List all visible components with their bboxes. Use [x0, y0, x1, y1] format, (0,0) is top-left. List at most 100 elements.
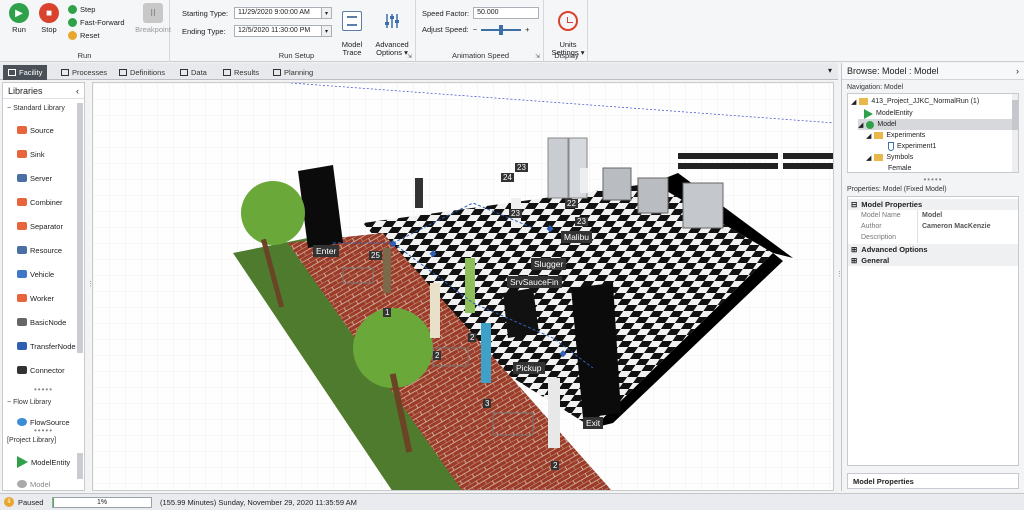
dialog-launcher-icon[interactable]: ⇲	[535, 53, 540, 60]
label-slugger[interactable]: Slugger	[531, 258, 567, 270]
queue-counter: 22	[565, 199, 578, 208]
tab-definitions[interactable]: Definitions	[114, 65, 170, 80]
speed-factor-row: Speed Factor: 50.000	[422, 7, 540, 19]
library-item-connector[interactable]: Connector	[17, 363, 65, 377]
speed-minus[interactable]: −	[473, 25, 477, 34]
library-item-vehicle[interactable]: Vehicle	[17, 267, 54, 281]
library-item-transfernode[interactable]: TransferNode	[17, 339, 76, 353]
libraries-panel: Libraries ‹ − Standard Library Source Sin…	[2, 82, 85, 491]
tab-data[interactable]: Data	[175, 65, 212, 80]
label-malibu[interactable]: Malibu	[561, 231, 593, 243]
stop-button[interactable]: ■ Stop	[34, 3, 64, 34]
tree-node-modelentity[interactable]: ModelEntity	[864, 108, 913, 119]
view-tabs: Facility Processes Definitions Data Resu…	[0, 63, 838, 80]
library-item-combiner[interactable]: Combiner	[17, 195, 63, 209]
library-item-resource[interactable]: Resource	[17, 243, 62, 257]
group-advanced-options[interactable]: ⊞ Advanced Options	[848, 244, 1018, 255]
results-icon	[223, 69, 231, 76]
library-item-modelentity[interactable]: ModelEntity	[17, 455, 70, 469]
units-settings-button[interactable]: Units Settings ▾	[550, 3, 586, 57]
step-button[interactable]: Step	[68, 3, 95, 15]
tab-results[interactable]: Results	[218, 65, 264, 80]
group-general[interactable]: ⊞ General	[848, 255, 1018, 266]
animation-speed-group: Speed Factor: 50.000 Adjust Speed: − + A…	[418, 0, 544, 62]
tree-node-experiments[interactable]: ◢ Experiments	[866, 130, 925, 141]
tree-node-model[interactable]: ◢ Model	[858, 119, 1018, 130]
model-trace-button[interactable]: Model Trace	[338, 3, 366, 57]
fast-forward-button[interactable]: Fast-Forward	[68, 16, 125, 28]
project-library-header[interactable]: [Project Library]	[7, 437, 82, 444]
facility-scene[interactable]	[93, 83, 834, 491]
collapse-icon[interactable]: ⊟	[851, 200, 857, 209]
speed-factor-label: Speed Factor:	[422, 8, 470, 18]
tab-planning[interactable]: Planning	[268, 65, 318, 80]
sink-icon	[17, 150, 27, 158]
facility-viewport[interactable]: Enter Malibu Slugger SrvSauceFin Pickup …	[92, 82, 834, 491]
tabs-dropdown-icon[interactable]: ▾	[828, 66, 832, 75]
queue-counter: 2	[551, 461, 560, 470]
library-scrollbar[interactable]	[77, 103, 83, 353]
stop-icon: ■	[39, 3, 59, 23]
breakpoint-button[interactable]: II Breakpoint	[135, 3, 171, 34]
expand-icon[interactable]: ⊞	[851, 245, 857, 254]
folder-icon	[874, 132, 884, 139]
library-item-basicnode[interactable]: BasicNode	[17, 315, 66, 329]
speed-plus[interactable]: +	[525, 25, 529, 34]
tree-scrollbar[interactable]	[1012, 94, 1018, 172]
expand-icon[interactable]: ◢	[851, 98, 856, 106]
ending-type-field[interactable]: 12/5/2020 11:30:00 PM	[234, 25, 322, 37]
expand-icon[interactable]: ◢	[866, 154, 871, 162]
queue-counter: 24	[501, 173, 514, 182]
speed-factor-field[interactable]: 50.000	[473, 7, 540, 19]
queue-counter: 3	[483, 399, 492, 408]
flow-library-header[interactable]: − Flow Library	[7, 399, 82, 406]
label-pickup[interactable]: Pickup	[513, 362, 545, 374]
tree-node-female[interactable]: Female	[888, 163, 911, 172]
advanced-options-button[interactable]: Advanced Options ▾	[373, 3, 411, 57]
expand-icon[interactable]: ◢	[866, 132, 871, 140]
library-item-model[interactable]: Model	[17, 477, 50, 491]
splitter[interactable]: •••••	[842, 175, 1024, 184]
definitions-icon	[119, 69, 127, 76]
run-group: ▶ Run ■ Stop Step Fast-Forward Reset II …	[0, 0, 171, 62]
starting-type-field[interactable]: 11/29/2020 9:00:00 AM	[234, 7, 322, 19]
tab-facility[interactable]: Facility	[3, 65, 48, 80]
expand-icon[interactable]: ⊞	[851, 256, 857, 265]
collapse-icon[interactable]: ‹	[76, 86, 79, 96]
run-button[interactable]: ▶ Run	[4, 3, 34, 34]
prop-row-description[interactable]: Description	[848, 232, 1018, 243]
expand-icon[interactable]: ◢	[858, 121, 863, 129]
library-item-worker[interactable]: Worker	[17, 291, 54, 305]
run-group-label: Run	[77, 51, 92, 60]
dialog-launcher-icon[interactable]: ⇲	[407, 53, 412, 60]
label-enter[interactable]: Enter	[313, 245, 340, 257]
project-scrollbar[interactable]	[77, 453, 83, 479]
prop-row-model-name[interactable]: Model Name Model	[848, 210, 1018, 221]
library-item-separator[interactable]: Separator	[17, 219, 63, 233]
collapse-icon[interactable]: ›	[1016, 66, 1019, 76]
label-srvsaucefin[interactable]: SrvSauceFin	[507, 276, 562, 288]
tree-node-project[interactable]: ◢ 413_Project_JJKC_NormalRun (1)	[851, 96, 979, 107]
starting-type-label: Starting Type:	[182, 8, 229, 18]
tree-node-experiment1[interactable]: Experiment1	[888, 141, 936, 152]
splitter[interactable]: •••••	[3, 426, 84, 435]
prop-row-author[interactable]: Author Cameron MacKenzie	[848, 221, 1018, 232]
library-item-server[interactable]: Server	[17, 171, 52, 185]
tab-processes[interactable]: Processes	[56, 65, 112, 80]
label-exit[interactable]: Exit	[583, 417, 604, 429]
panel-splitter[interactable]: ⋮	[87, 280, 94, 288]
reset-button[interactable]: Reset	[68, 29, 100, 41]
splitter[interactable]: •••••	[3, 385, 84, 394]
library-item-sink[interactable]: Sink	[17, 147, 45, 161]
tree-node-symbols[interactable]: ◢ Symbols	[866, 152, 913, 163]
standard-library-header[interactable]: − Standard Library	[7, 105, 82, 112]
slider-thumb[interactable]	[499, 24, 504, 35]
scroll-thumb[interactable]	[1012, 100, 1018, 130]
library-item-source[interactable]: Source	[17, 123, 54, 137]
adjust-speed-slider[interactable]	[481, 24, 522, 35]
run-state: Paused	[18, 498, 44, 507]
starting-type-dropdown[interactable]: ▾	[322, 7, 332, 19]
group-model-properties[interactable]: ⊟ Model Properties	[848, 199, 1018, 210]
step-icon	[68, 4, 77, 14]
ending-type-dropdown[interactable]: ▾	[322, 25, 332, 37]
